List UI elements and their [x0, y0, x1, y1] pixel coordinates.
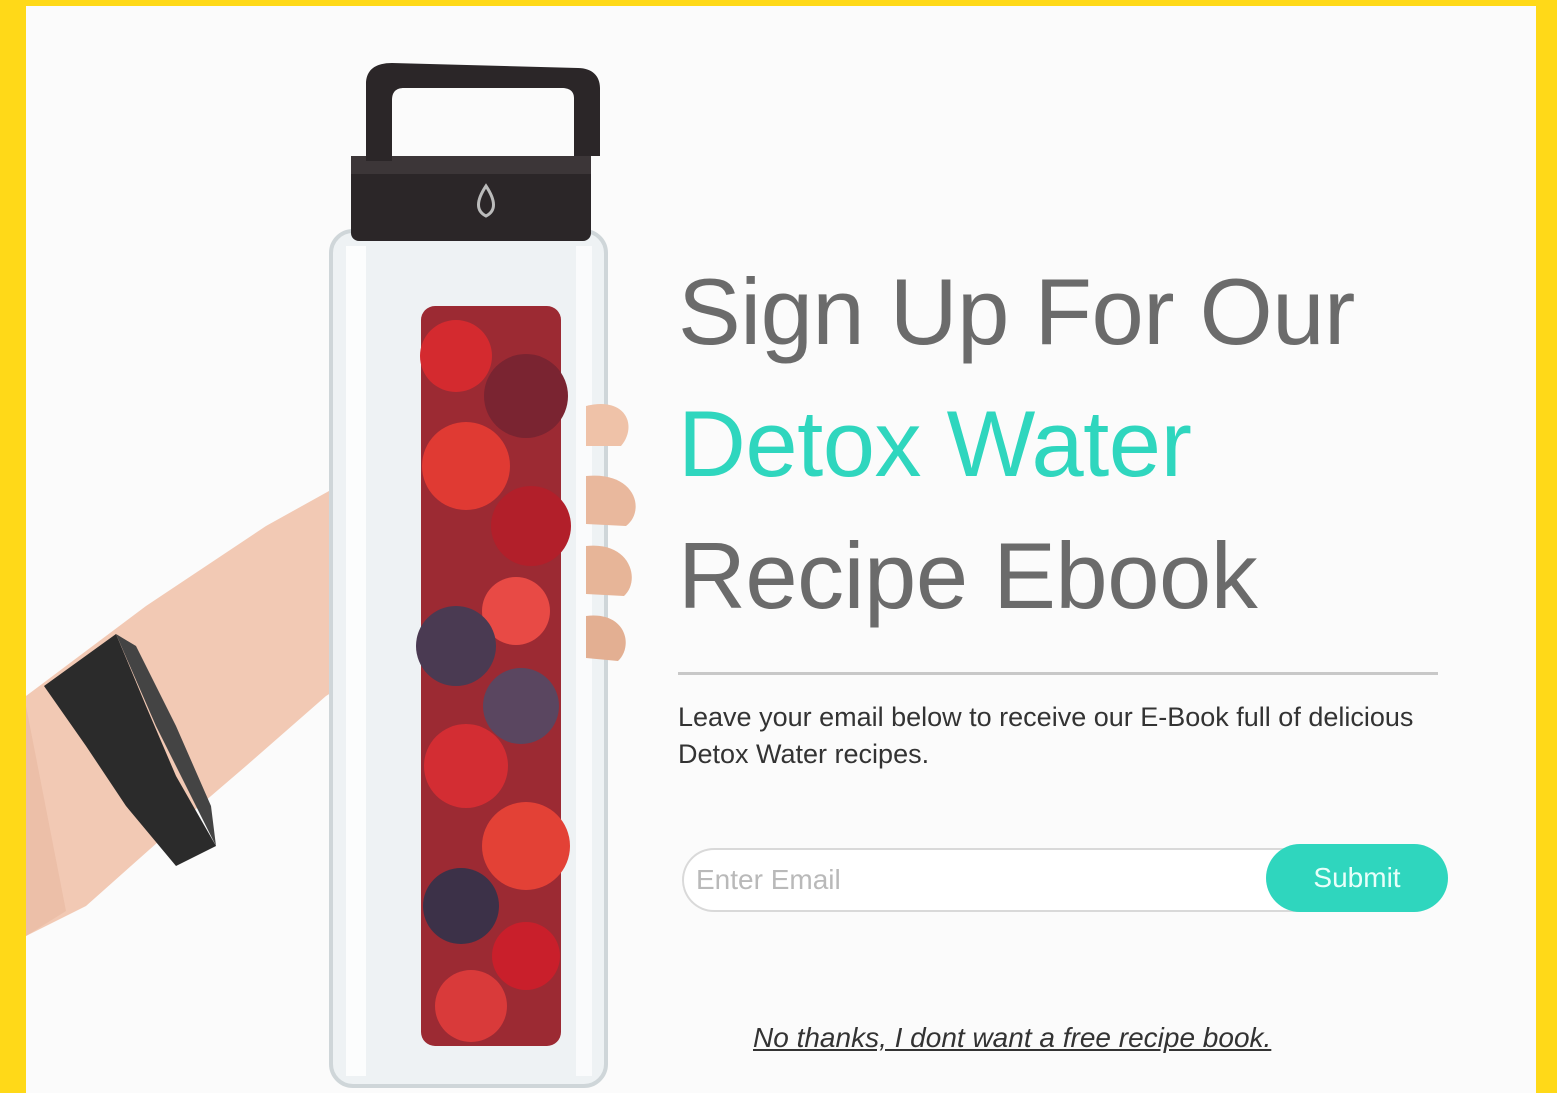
divider: [678, 672, 1438, 675]
signup-content: Sign Up For Our Detox Water Recipe Ebook…: [678, 246, 1498, 773]
submit-button[interactable]: Submit: [1266, 844, 1448, 912]
email-input[interactable]: [682, 848, 1302, 912]
signup-popup: Sign Up For Our Detox Water Recipe Ebook…: [26, 6, 1536, 1093]
subtext: Leave your email below to receive our E-…: [678, 702, 1414, 769]
water-bottle-illustration: [26, 63, 636, 1088]
headline-accent: Detox Water: [678, 391, 1192, 496]
decline-link[interactable]: No thanks, I dont want a free recipe boo…: [753, 1022, 1271, 1054]
email-form: Submit: [682, 844, 1448, 916]
headline: Sign Up For Our Detox Water Recipe Ebook: [678, 246, 1498, 642]
headline-line-1: Sign Up For Our: [678, 259, 1355, 364]
headline-line-3: Recipe Ebook: [678, 523, 1258, 628]
